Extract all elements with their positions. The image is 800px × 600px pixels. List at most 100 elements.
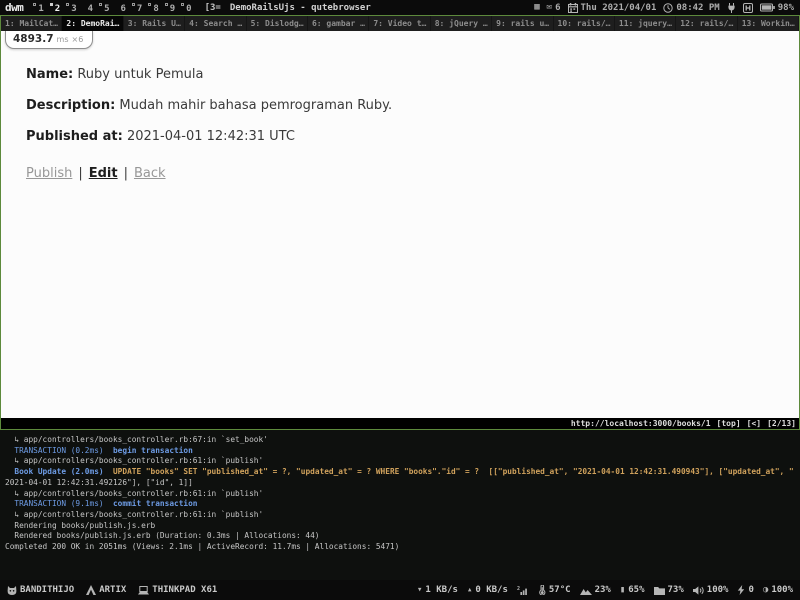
- net-up-module: ▴0 KB/s: [467, 585, 508, 595]
- net-down-module: ▾1 KB/s: [417, 585, 458, 595]
- workspace-tag-6[interactable]: 6: [113, 2, 129, 14]
- status-history-indicator: [<]: [747, 419, 761, 428]
- host-module: BANDITHIJO: [7, 585, 74, 595]
- terminal-line: 2021-04-01 12:42:31.492126"], ["id", 1]]: [5, 478, 800, 489]
- browser-tab-6[interactable]: 6: gambar …: [308, 16, 369, 31]
- field-row: Description: Mudah mahir bahasa pemrogra…: [26, 98, 799, 113]
- volume-module: 100%: [693, 585, 729, 595]
- battery-module: ▮65%: [620, 585, 645, 595]
- terminal-window[interactable]: ↳ app/controllers/books_controller.rb:67…: [0, 430, 800, 580]
- tag-indicator: [181, 3, 184, 6]
- terminal-line: Rendered books/publish.js.erb (Duration:…: [5, 531, 800, 542]
- svg-text:2: 2: [517, 586, 520, 592]
- field-label: Name:: [26, 67, 73, 82]
- workspace-tag-2[interactable]: 2: [48, 2, 64, 14]
- bolt-icon: [737, 585, 745, 595]
- terminal-line: TRANSACTION (9.1ms) commit transaction: [5, 499, 800, 510]
- tag-indicator: [66, 3, 69, 6]
- status-tab-index: [2/13]: [767, 419, 796, 428]
- laptop-icon: [138, 586, 149, 595]
- dwm-logo: dwm: [0, 1, 31, 14]
- h-indicator-icon: [743, 3, 753, 13]
- terminal-line: ↳ app/controllers/books_controller.rb:61…: [5, 510, 800, 521]
- volume-icon: [693, 586, 704, 595]
- profiler-badge[interactable]: 4893.7 ms ×6: [5, 31, 93, 49]
- systray-module: ▦: [534, 3, 539, 12]
- browser-tab-8[interactable]: 8: jQuery …: [431, 16, 492, 31]
- workspace-tag-5[interactable]: 5: [97, 2, 113, 14]
- battery-module-value: 98%: [778, 3, 794, 13]
- window-title: DemoRailsUjs - qutebrowser: [230, 3, 371, 13]
- profiler-time: 4893.7: [13, 33, 54, 45]
- workspace-tag-1[interactable]: 1: [31, 2, 47, 14]
- tag-indicator: [165, 3, 168, 6]
- browser-tab-10[interactable]: 10: rails/…: [554, 16, 615, 31]
- battery-module: 98%: [760, 3, 794, 13]
- workspace-tag-8[interactable]: 8: [146, 2, 162, 14]
- cat-icon: [7, 586, 17, 595]
- disk-icon: [654, 586, 665, 595]
- browser-tab-9[interactable]: 9: rails u…: [492, 16, 553, 31]
- browser-tab-13[interactable]: 13: Workin…: [738, 16, 799, 31]
- disk-module: 73%: [654, 585, 684, 595]
- brightness-module-value: 100%: [771, 585, 793, 595]
- battery-module-value: 65%: [628, 585, 644, 595]
- profiler-count: ×6: [72, 35, 84, 44]
- memory-module-value: 23%: [595, 585, 611, 595]
- browser-tab-5[interactable]: 5: Dislodg…: [247, 16, 308, 31]
- workspace-tags: 1234567890: [31, 2, 195, 14]
- browser-status-bar: http://localhost:3000/books/1 [top] [<] …: [1, 418, 799, 429]
- host-module-value: BANDITHIJO: [20, 585, 74, 595]
- browser-tab-3[interactable]: 3: Rails U…: [124, 16, 185, 31]
- browser-tab-bar: 1: MailCat…2: DemoRai…3: Rails U…4: Sear…: [1, 16, 799, 31]
- net-up-module-value: 0 KB/s: [475, 585, 508, 595]
- browser-tab-4[interactable]: 4: Search …: [185, 16, 246, 31]
- workspace-tag-7[interactable]: 7: [130, 2, 146, 14]
- mail-icon: ✉: [547, 3, 552, 12]
- up-arrow-icon: ▴: [467, 586, 472, 595]
- calendar-icon: [568, 3, 578, 13]
- link-edit[interactable]: Edit: [89, 166, 118, 181]
- battery-cell-icon: ▮: [620, 586, 625, 595]
- browser-tab-2[interactable]: 2: DemoRai…: [62, 16, 123, 31]
- workspace-tag-9[interactable]: 9: [163, 2, 179, 14]
- layout-symbol: [3=: [196, 3, 230, 13]
- hdd-module: [743, 3, 753, 13]
- book-details: Name: Ruby untuk Pemula Description: Muda…: [1, 31, 799, 181]
- browser-tab-1[interactable]: 1: MailCat…: [1, 16, 62, 31]
- thermometer-icon: [538, 585, 546, 595]
- bottom-bar-right: ▾1 KB/s▴0 KB/s257°C23%▮65%73%100%0◑100%: [417, 585, 793, 595]
- browser-tab-7[interactable]: 7: Video t…: [369, 16, 430, 31]
- power-module: [727, 3, 736, 13]
- terminal-line: Book Update (2.0ms) UPDATE "books" SET "…: [5, 467, 800, 478]
- link-separator: |: [78, 166, 82, 181]
- tag-indicator: [132, 3, 135, 6]
- status-scroll-position: [top]: [717, 419, 741, 428]
- workspace-tag-4[interactable]: 4: [81, 2, 97, 14]
- brightness-module: ◑100%: [763, 585, 793, 595]
- terminal-line: ↳ app/controllers/books_controller.rb:61…: [5, 489, 800, 500]
- os-module: ARTIX: [86, 585, 126, 595]
- tag-indicator: [33, 3, 36, 6]
- browser-tab-12[interactable]: 12: rails/…: [676, 16, 737, 31]
- memory-module: 23%: [580, 585, 611, 595]
- link-publish[interactable]: Publish: [26, 166, 72, 181]
- field-row: Name: Ruby untuk Pemula: [26, 67, 799, 82]
- battery-icon: [760, 3, 775, 12]
- workspace-tag-3[interactable]: 3: [64, 2, 80, 14]
- temperature-module: 57°C: [538, 585, 571, 595]
- mail-module-value: 6: [555, 3, 560, 13]
- workspace-tag-0[interactable]: 0: [179, 2, 195, 14]
- machine-module-value: THINKPAD X61: [152, 585, 217, 595]
- qutebrowser-window: 1: MailCat…2: DemoRai…3: Rails U…4: Sear…: [0, 15, 800, 430]
- profiler-unit: ms: [57, 35, 69, 44]
- date-module-value: Thu 2021/04/01: [581, 3, 657, 13]
- tag-indicator: [99, 3, 102, 6]
- browser-tab-11[interactable]: 11: jquery…: [615, 16, 676, 31]
- terminal-line: ↳ app/controllers/books_controller.rb:61…: [5, 456, 800, 467]
- bottom-status-bar: BANDITHIJO ARTIX THINKPAD X61 ▾1 KB/s ▴0 KB…: [0, 580, 800, 600]
- link-back[interactable]: Back: [134, 166, 166, 181]
- net-down-module-value: 1 KB/s: [425, 585, 458, 595]
- os-module-value: ARTIX: [99, 585, 126, 595]
- temperature-module-value: 57°C: [549, 585, 571, 595]
